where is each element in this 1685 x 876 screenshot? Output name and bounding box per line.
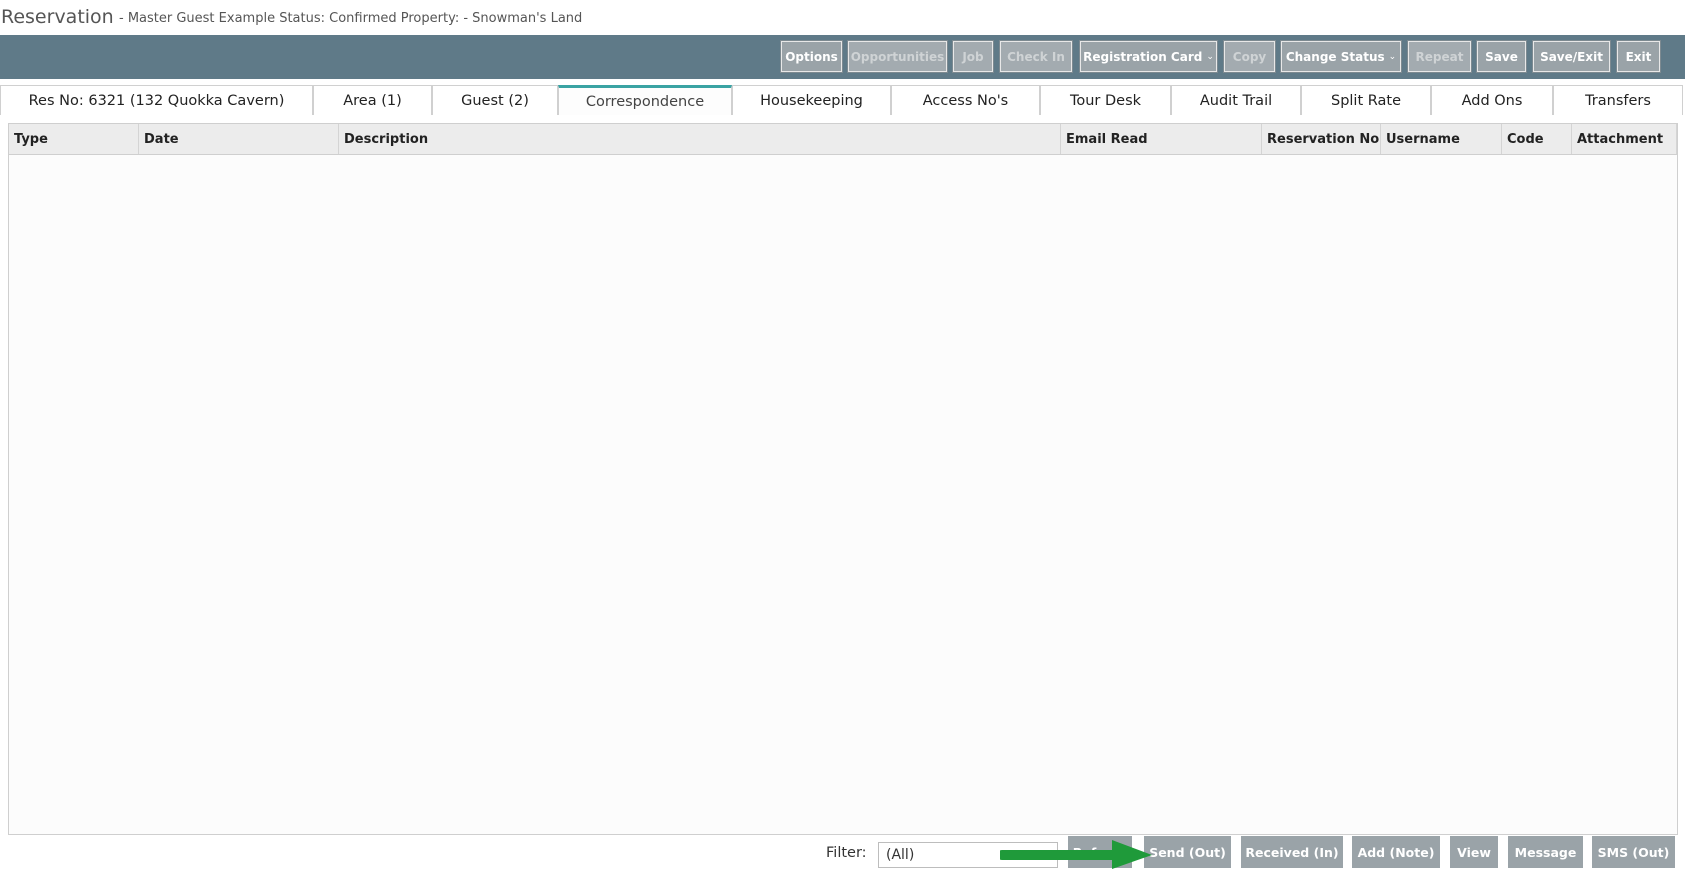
message-button[interactable]: Message [1508, 836, 1583, 868]
tab-area[interactable]: Area (1) [313, 85, 432, 115]
title-bar: Reservation - Master Guest Example Statu… [0, 0, 1685, 35]
tab-res-no[interactable]: Res No: 6321 (132 Quokka Cavern) [0, 85, 313, 115]
tab-correspondence[interactable]: Correspondence [558, 85, 732, 115]
tab-tour-desk[interactable]: Tour Desk [1040, 85, 1171, 115]
job-button[interactable]: Job [952, 40, 994, 73]
tab-transfers[interactable]: Transfers [1553, 85, 1683, 115]
tab-add-ons[interactable]: Add Ons [1431, 85, 1553, 115]
save-button[interactable]: Save [1476, 40, 1527, 73]
opportunities-button[interactable]: Opportunities [847, 40, 948, 73]
refresh-button[interactable]: Refresh [1068, 836, 1132, 868]
tab-audit-trail[interactable]: Audit Trail [1171, 85, 1301, 115]
column-header-type[interactable]: Type [9, 124, 139, 154]
column-header-username[interactable]: Username [1381, 124, 1502, 154]
column-header-attachment[interactable]: Attachment [1572, 124, 1677, 154]
toolbar: Options Opportunities Job Check In Regis… [0, 35, 1685, 79]
add-note-button[interactable]: Add (Note) [1352, 836, 1440, 868]
grid-body [9, 155, 1677, 834]
save-exit-button[interactable]: Save/Exit [1532, 40, 1611, 73]
grid-footer: Filter: Refresh Send (Out) Received (In)… [0, 835, 1685, 876]
registration-card-button[interactable]: Registration Card ⌄ [1079, 40, 1218, 73]
column-header-reservation-no[interactable]: Reservation No [1262, 124, 1381, 154]
repeat-button[interactable]: Repeat [1407, 40, 1472, 73]
received-in-button[interactable]: Received (In) [1241, 836, 1343, 868]
tab-guest[interactable]: Guest (2) [432, 85, 558, 115]
options-button[interactable]: Options [780, 40, 843, 73]
filter-input[interactable] [878, 842, 1058, 868]
send-out-button[interactable]: Send (Out) [1144, 836, 1231, 868]
correspondence-grid: Type Date Description Email Read Reserva… [8, 123, 1678, 835]
check-in-button[interactable]: Check In [999, 40, 1073, 73]
tab-split-rate[interactable]: Split Rate [1301, 85, 1431, 115]
page-subtitle: - Master Guest Example Status: Confirmed… [119, 11, 583, 26]
column-header-email-read[interactable]: Email Read [1061, 124, 1262, 154]
sms-out-button[interactable]: SMS (Out) [1592, 836, 1675, 868]
filter-label: Filter: [826, 845, 867, 861]
change-status-button[interactable]: Change Status ⌄ [1280, 40, 1402, 73]
exit-button[interactable]: Exit [1616, 40, 1661, 73]
tab-bar: Res No: 6321 (132 Quokka Cavern) Area (1… [0, 84, 1685, 116]
copy-button[interactable]: Copy [1223, 40, 1276, 73]
tab-housekeeping[interactable]: Housekeeping [732, 85, 891, 115]
column-header-date[interactable]: Date [139, 124, 339, 154]
view-button[interactable]: View [1450, 836, 1498, 868]
page-title: Reservation [1, 6, 114, 28]
tab-access-nos[interactable]: Access No's [891, 85, 1040, 115]
column-header-description[interactable]: Description [339, 124, 1061, 154]
column-header-code[interactable]: Code [1502, 124, 1572, 154]
chevron-down-icon: ⌄ [1206, 51, 1214, 62]
chevron-down-icon: ⌄ [1388, 51, 1397, 62]
grid-header: Type Date Description Email Read Reserva… [9, 124, 1677, 155]
